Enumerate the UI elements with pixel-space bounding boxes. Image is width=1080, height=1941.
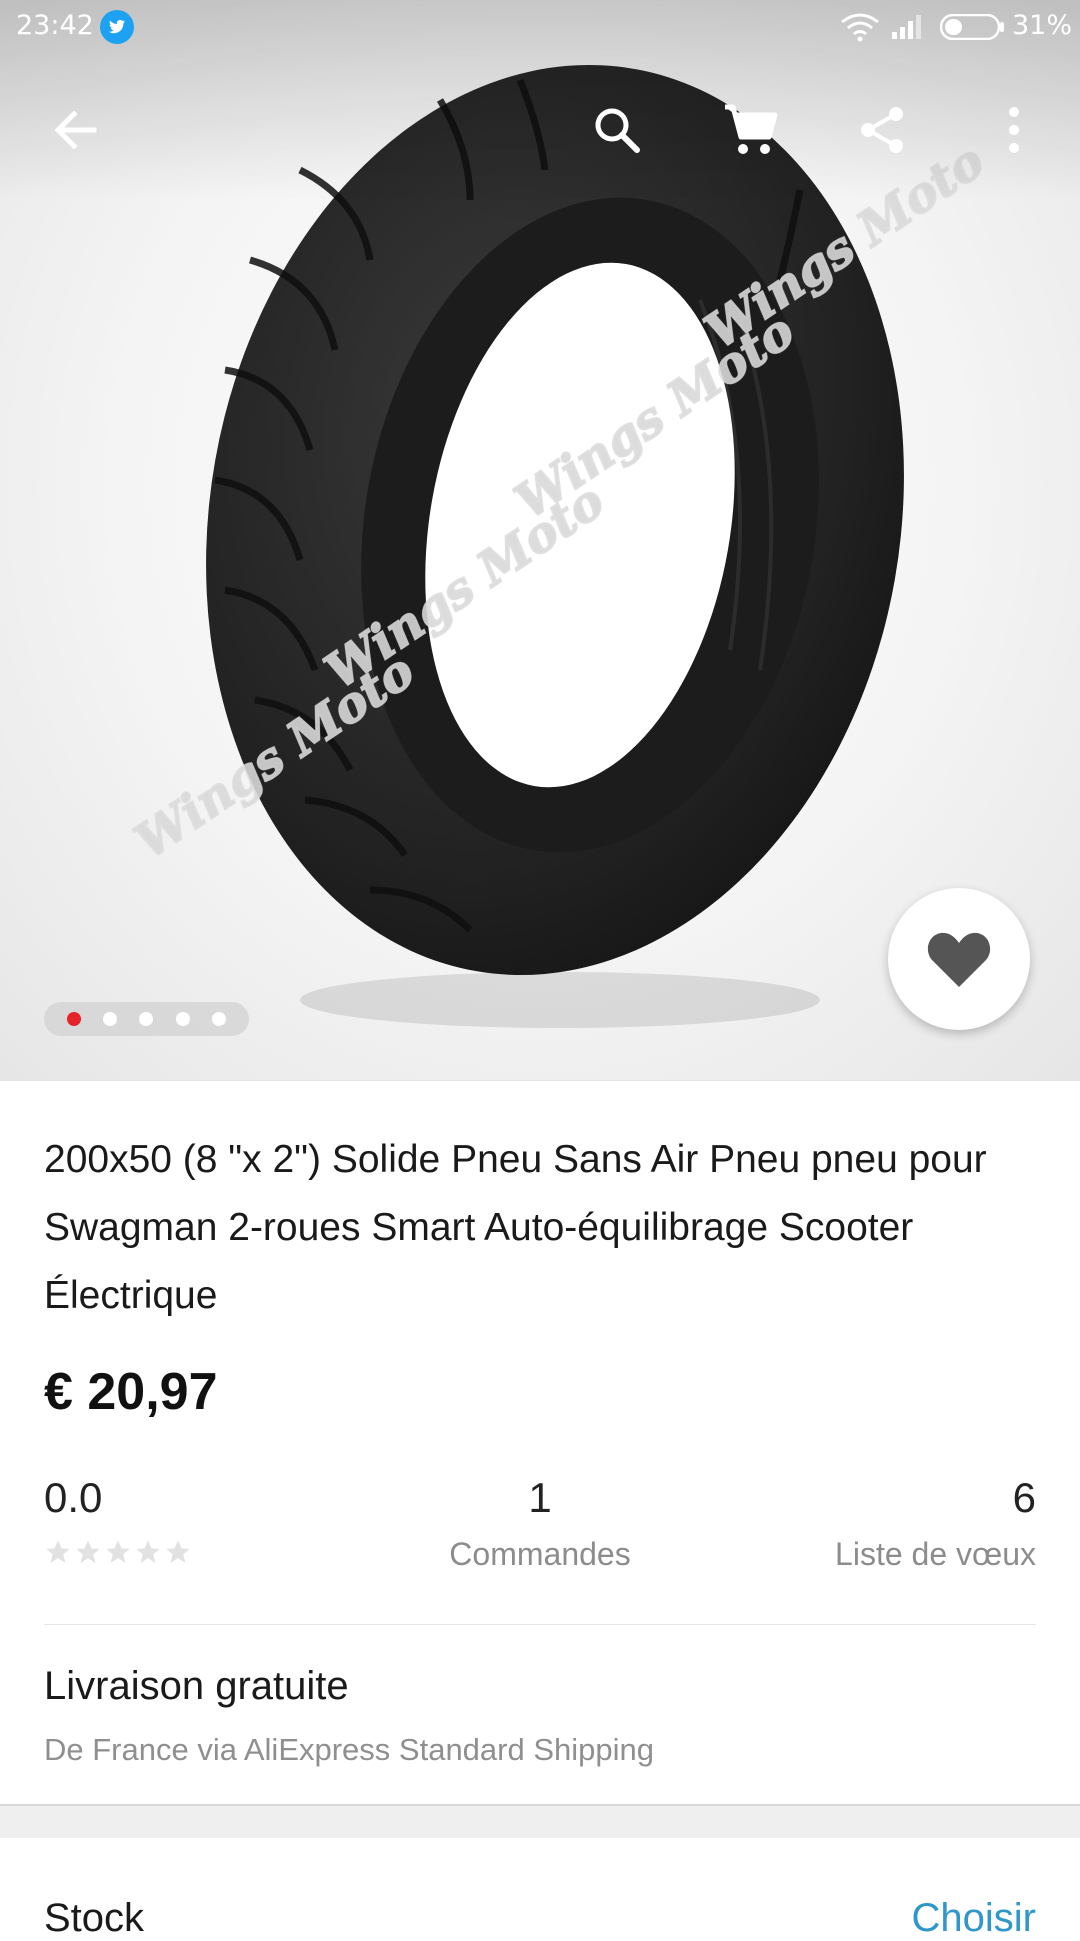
section-separator [0,1804,1080,1838]
divider [0,1080,1080,1081]
star-icon [136,1540,160,1564]
status-time: 23:42 [16,10,94,41]
twitter-icon [100,10,134,44]
more-vert-icon [1009,107,1019,153]
carousel-dot[interactable] [67,1012,82,1026]
wishlist-label: Liste de vœux [835,1536,1036,1572]
carousel-dot[interactable] [139,1012,154,1026]
carousel-dot[interactable] [211,1012,226,1026]
product-stats: 0.0 1 Commandes 6 Liste de vœux [44,1474,1036,1574]
rating-summary[interactable]: 0.0 [44,1474,192,1566]
choose-link[interactable]: Choisir [912,1896,1036,1941]
wifi-icon [840,12,880,46]
product-title: 200x50 (8 "x 2") Solide Pneu Sans Air Pn… [44,1138,987,1317]
add-to-wishlist-button[interactable] [888,888,1030,1030]
heart-icon [927,932,991,987]
status-bar: 23:42 31% [0,0,1080,56]
product-price: € 20,97 [44,1363,218,1421]
wishlist-count: 6 [1012,1474,1036,1521]
share-icon [861,107,903,153]
back-button[interactable] [36,90,116,170]
cart-button[interactable] [710,90,790,170]
star-icon [166,1540,190,1564]
stock-label: Stock [44,1896,145,1940]
orders-label: Commandes [449,1536,631,1572]
search-icon [595,108,640,153]
shipping-subtitle[interactable]: De France via AliExpress Standard Shippi… [44,1732,654,1768]
rating-value: 0.0 [44,1474,103,1521]
battery-percent: 31% [1012,10,1073,41]
orders-count: 1 [528,1474,552,1521]
search-button[interactable] [577,90,657,170]
signal-icon [890,12,926,44]
divider [44,1624,1036,1625]
more-options-button[interactable] [974,90,1054,170]
star-icon [46,1540,70,1564]
rating-stars [44,1538,192,1566]
star-icon [106,1540,130,1564]
carousel-dot[interactable] [103,1012,118,1026]
back-arrow-icon [54,110,97,150]
carousel-dot[interactable] [175,1012,190,1026]
battery-icon [939,13,1006,44]
wishlist-stat[interactable]: 6 Liste de vœux [835,1474,1036,1573]
star-icon [76,1540,100,1564]
carousel-indicator[interactable] [44,1002,249,1036]
orders-stat[interactable]: 1 Commandes [420,1474,660,1573]
top-toolbar [0,90,1080,170]
cart-icon [725,104,778,154]
share-button[interactable] [842,90,922,170]
shipping-title[interactable]: Livraison gratuite [44,1664,349,1709]
